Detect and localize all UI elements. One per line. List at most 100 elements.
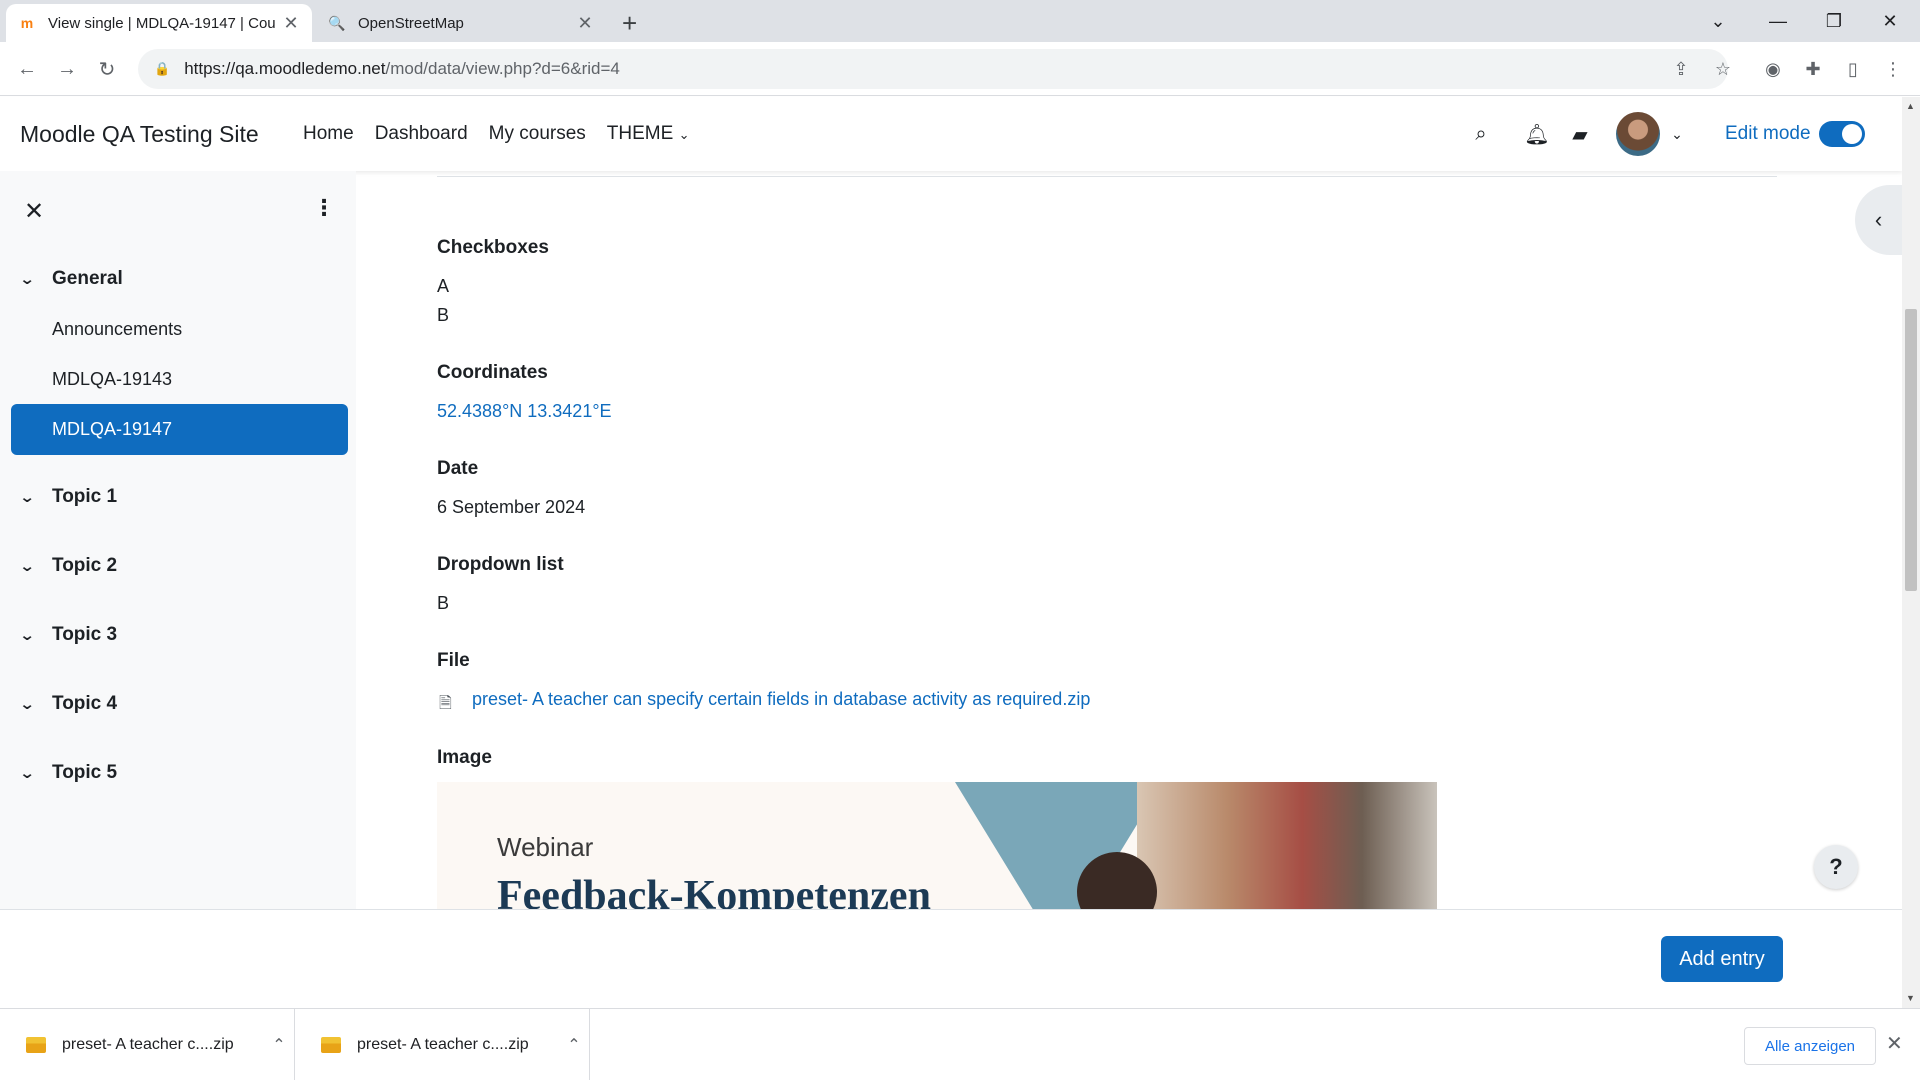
site-name[interactable]: Moodle QA Testing Site xyxy=(20,121,259,148)
section-topic-3[interactable]: ⌄ Topic 3 xyxy=(19,624,117,646)
coordinates-label: Coordinates xyxy=(437,362,548,383)
nav-home[interactable]: Home xyxy=(303,123,354,145)
page-scrollbar[interactable]: ▲ ▼ xyxy=(1902,97,1920,1008)
chevron-down-icon[interactable]: ⌄ xyxy=(19,488,45,506)
edit-mode-toggle[interactable] xyxy=(1819,121,1865,147)
download-shelf: preset- A teacher c....zip ⌃ preset- A t… xyxy=(0,1008,1920,1080)
section-label: Topic 2 xyxy=(52,555,118,576)
chevron-left-icon: ‹ xyxy=(1874,207,1883,232)
avatar[interactable] xyxy=(1616,112,1660,156)
section-topic-4[interactable]: ⌄ Topic 4 xyxy=(19,693,118,715)
dropdown-label: Dropdown list xyxy=(437,554,564,575)
kebab-menu-icon[interactable]: ⋮ xyxy=(313,195,335,221)
lock-icon: 🔒 xyxy=(154,61,171,76)
activity-announcements[interactable]: Announcements xyxy=(52,319,182,340)
primary-navigation: Home Dashboard My courses THEME ⌄ xyxy=(303,123,689,145)
tab-title: View single | MDLQA-19147 | Cou xyxy=(48,14,276,32)
browser-tab-strip: m View single | MDLQA-19147 | Cou ✕ 🔍 Op… xyxy=(0,0,1920,42)
chevron-down-icon: ⌄ xyxy=(678,127,690,142)
scroll-down-icon[interactable]: ▼ xyxy=(1906,993,1915,1003)
scrollbar-thumb[interactable] xyxy=(1905,309,1917,591)
add-entry-button[interactable]: Add entry xyxy=(1661,936,1783,982)
minimize-icon[interactable]: — xyxy=(1750,0,1806,42)
activity-mdlqa-19147[interactable]: MDLQA-19147 xyxy=(11,404,348,455)
date-value: 6 September 2024 xyxy=(437,497,586,517)
nav-theme[interactable]: THEME ⌄ xyxy=(607,123,690,145)
entry-image[interactable]: Webinar Feedback-Kompetenzen xyxy=(437,782,1437,909)
close-icon[interactable]: ✕ xyxy=(24,197,44,226)
tab-openstreetmap[interactable]: 🔍 OpenStreetMap ✕ xyxy=(316,4,606,42)
entry-single-view: Checkboxes A B Coordinates 52.4388°N 13.… xyxy=(356,171,1902,909)
banner-photo xyxy=(1137,782,1437,909)
nav-my-courses[interactable]: My courses xyxy=(489,123,586,145)
url-input[interactable]: 🔒 https://qa.moodledemo.net/mod/data/vie… xyxy=(138,49,1728,89)
tab-title: OpenStreetMap xyxy=(358,14,464,32)
search-icon[interactable]: ⌕ xyxy=(1468,121,1494,147)
section-label: Topic 4 xyxy=(52,693,118,714)
checkbox-value: B xyxy=(437,305,450,325)
scroll-up-icon[interactable]: ▲ xyxy=(1906,101,1915,111)
chevron-down-icon[interactable]: ⌄ xyxy=(19,764,45,782)
chevron-up-icon[interactable]: ⌃ xyxy=(559,1035,589,1055)
close-icon[interactable]: ✕ xyxy=(1886,1031,1903,1056)
notification-bell-icon[interactable]: 🔔︎ xyxy=(1524,121,1550,147)
zip-file-icon xyxy=(321,1037,341,1053)
chevron-down-icon[interactable]: ⌄ xyxy=(19,695,45,713)
browser-menu-icon[interactable]: ⋮ xyxy=(1880,56,1906,82)
chevron-down-icon[interactable]: ⌄ xyxy=(19,557,45,575)
moodle-navbar: Moodle QA Testing Site Home Dashboard My… xyxy=(0,97,1902,171)
edit-mode-label: Edit mode xyxy=(1725,123,1811,144)
restore-icon[interactable]: ❐ xyxy=(1806,0,1862,42)
banner-heading-large: Feedback-Kompetenzen xyxy=(497,873,931,909)
show-all-downloads-button[interactable]: Alle anzeigen xyxy=(1744,1027,1876,1065)
chevron-down-icon[interactable]: ⌄ xyxy=(19,626,45,644)
section-topic-2[interactable]: ⌄ Topic 2 xyxy=(19,555,118,577)
nav-dashboard[interactable]: Dashboard xyxy=(375,123,468,145)
nav-theme-label: THEME xyxy=(606,123,674,144)
extensions-puzzle-icon[interactable]: ✚ xyxy=(1800,56,1826,82)
side-panel-icon[interactable]: ▯ xyxy=(1840,56,1866,82)
dropdown-value: B xyxy=(437,593,450,613)
file-link[interactable]: preset- A teacher can specify certain fi… xyxy=(472,689,1090,710)
back-icon[interactable]: ← xyxy=(12,54,42,84)
coordinates-link[interactable]: 52.4388°N 13.3421°E xyxy=(437,401,612,422)
close-tab-icon[interactable]: ✕ xyxy=(282,13,300,34)
tab-search-icon[interactable]: ⌄ xyxy=(1690,0,1746,42)
divider xyxy=(437,176,1777,177)
section-topic-1[interactable]: ⌄ Topic 1 xyxy=(19,486,117,508)
close-tab-icon[interactable]: ✕ xyxy=(576,13,594,34)
new-tab-button[interactable]: + xyxy=(622,8,637,39)
course-index-drawer: ✕ ⋮ ⌄ General Announcements MDLQA-19143 … xyxy=(0,171,356,909)
messages-icon[interactable]: ▰ xyxy=(1567,121,1593,147)
download-filename: preset- A teacher c....zip xyxy=(357,1036,529,1053)
help-button[interactable]: ? xyxy=(1814,845,1858,889)
openstreetmap-icon: 🔍 xyxy=(328,14,346,31)
reload-icon[interactable]: ↻ xyxy=(92,54,122,84)
image-label: Image xyxy=(437,747,492,768)
checkboxes-label: Checkboxes xyxy=(437,237,549,258)
address-toolbar: ← → ↻ 🔒 https://qa.moodledemo.net/mod/da… xyxy=(0,42,1920,96)
activity-mdlqa-19143[interactable]: MDLQA-19143 xyxy=(52,369,172,390)
banner-heading-small: Webinar xyxy=(497,832,594,862)
forward-icon[interactable]: → xyxy=(52,54,82,84)
section-topic-5[interactable]: ⌄ Topic 5 xyxy=(19,762,118,784)
download-item[interactable]: preset- A teacher c....zip ⌃ xyxy=(295,1009,590,1080)
zip-file-icon xyxy=(26,1037,46,1053)
extension-globe-icon[interactable]: ◉ xyxy=(1760,56,1786,82)
tab-view-single[interactable]: m View single | MDLQA-19147 | Cou ✕ xyxy=(6,4,312,42)
section-label: Topic 5 xyxy=(52,762,118,783)
download-item[interactable]: preset- A teacher c....zip ⌃ xyxy=(0,1009,295,1080)
chevron-down-icon[interactable]: ⌄ xyxy=(19,270,45,288)
url-host: https://qa.moodledemo.net xyxy=(184,59,386,78)
sticky-footer: Add entry xyxy=(0,909,1902,1008)
activity-label: MDLQA-19147 xyxy=(52,419,173,439)
chevron-down-icon[interactable]: ⌄ xyxy=(1664,121,1690,147)
date-label: Date xyxy=(437,458,479,479)
window-close-icon[interactable]: ✕ xyxy=(1862,0,1918,42)
moodle-icon: m xyxy=(20,15,34,31)
chevron-up-icon[interactable]: ⌃ xyxy=(264,1035,294,1055)
share-icon[interactable]: ⇪ xyxy=(1668,56,1694,82)
section-label: General xyxy=(52,268,123,289)
section-general[interactable]: ⌄ General xyxy=(19,268,123,290)
bookmark-star-icon[interactable]: ☆ xyxy=(1710,56,1736,82)
